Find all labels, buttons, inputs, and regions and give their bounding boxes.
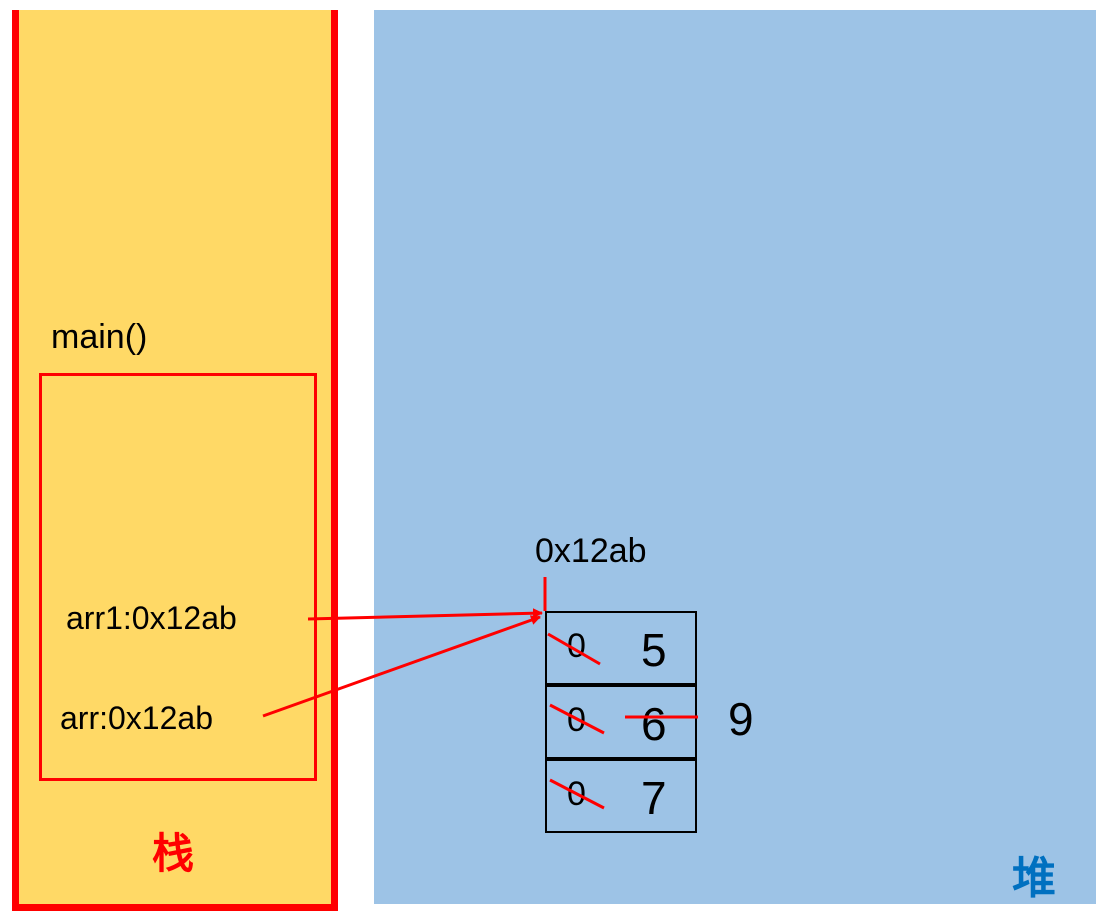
cell-2-old-value: 0: [567, 775, 586, 813]
cell-2-new-value: 7: [641, 772, 667, 824]
heap-label: 堆: [1012, 853, 1056, 904]
cell-1-changed-value: 9: [728, 693, 754, 745]
cell-0-new-value: 5: [641, 624, 667, 676]
array-address: 0x12ab: [535, 532, 647, 570]
cell-0-old-value: 0: [567, 627, 586, 665]
array-cell-1: 0 6: [545, 685, 697, 759]
array-cell-0: 0 5: [545, 611, 697, 685]
cell-1-new-value: 6: [641, 698, 667, 750]
stack-label: 栈: [152, 829, 195, 878]
cell-1-old-value: 0: [567, 701, 586, 739]
heap-region: [374, 10, 1096, 904]
var-arr: arr:0x12ab: [60, 700, 213, 736]
var-arr1: arr1:0x12ab: [66, 600, 237, 636]
frame-title: main(): [51, 318, 148, 356]
array-cell-2: 0 7: [545, 759, 697, 833]
